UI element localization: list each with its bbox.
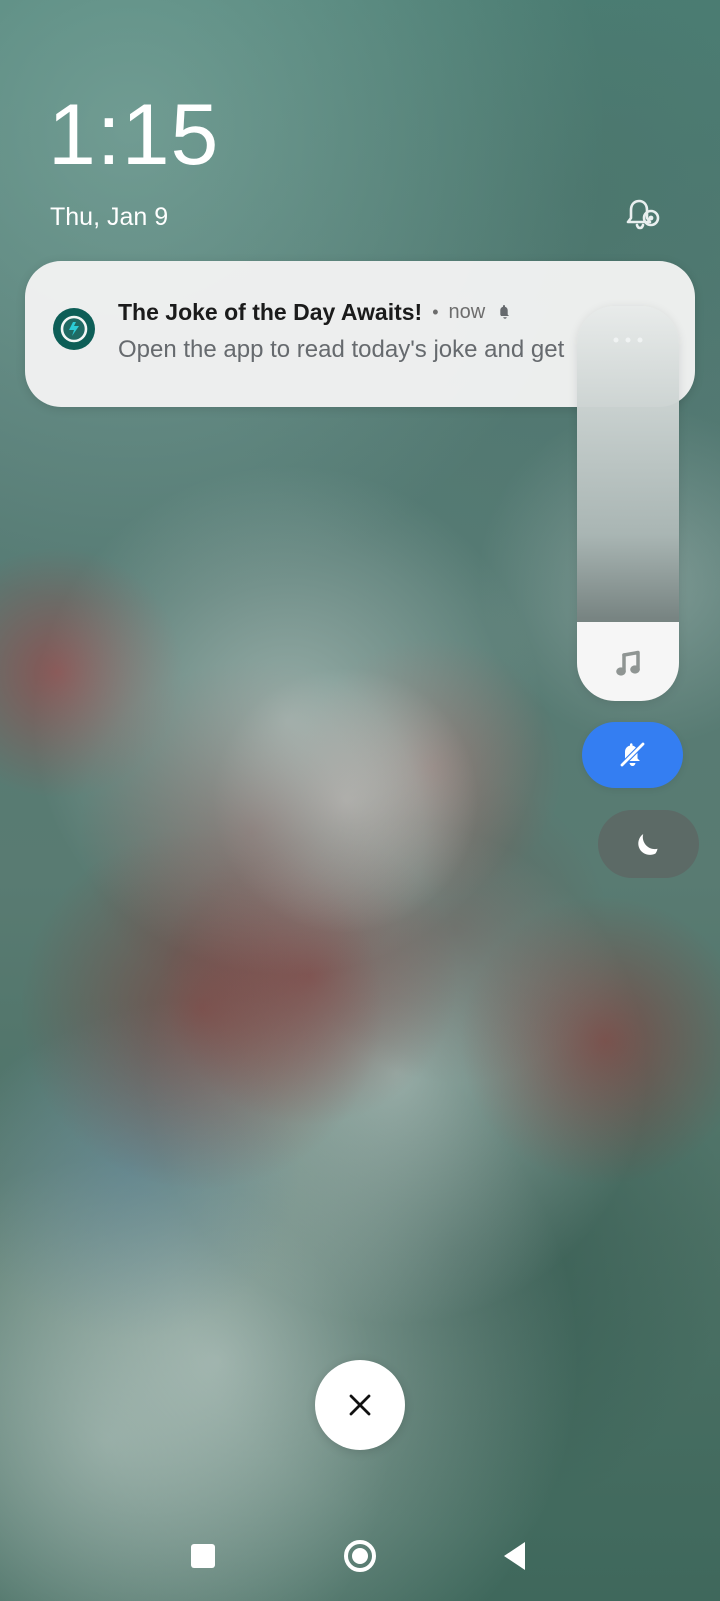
notification-body: Open the app to read today's joke and ge… <box>118 336 565 363</box>
more-horizontal-icon[interactable] <box>611 332 645 343</box>
app-icon <box>53 308 95 350</box>
volume-panel[interactable] <box>577 306 679 701</box>
bell-icon <box>495 302 515 322</box>
navigation-bar <box>0 1495 720 1601</box>
close-icon <box>348 1393 372 1417</box>
notification-separator: • <box>432 301 439 322</box>
clock-time: 1:15 <box>48 87 220 183</box>
music-note-icon <box>611 647 645 681</box>
notification-settings-icon[interactable] <box>620 194 664 234</box>
bell-off-icon <box>616 738 649 771</box>
notification-title: The Joke of the Day Awaits! <box>118 298 423 325</box>
do-not-disturb-button[interactable] <box>598 810 699 878</box>
moon-icon <box>632 827 666 861</box>
back-triangle-icon[interactable] <box>492 1533 538 1579</box>
home-circle-icon[interactable] <box>337 1533 383 1579</box>
mute-button[interactable] <box>582 722 683 788</box>
close-button[interactable] <box>315 1360 405 1450</box>
date-text: Thu, Jan 9 <box>50 203 169 231</box>
notification-time: now <box>448 300 486 323</box>
square-icon[interactable] <box>180 1533 226 1579</box>
